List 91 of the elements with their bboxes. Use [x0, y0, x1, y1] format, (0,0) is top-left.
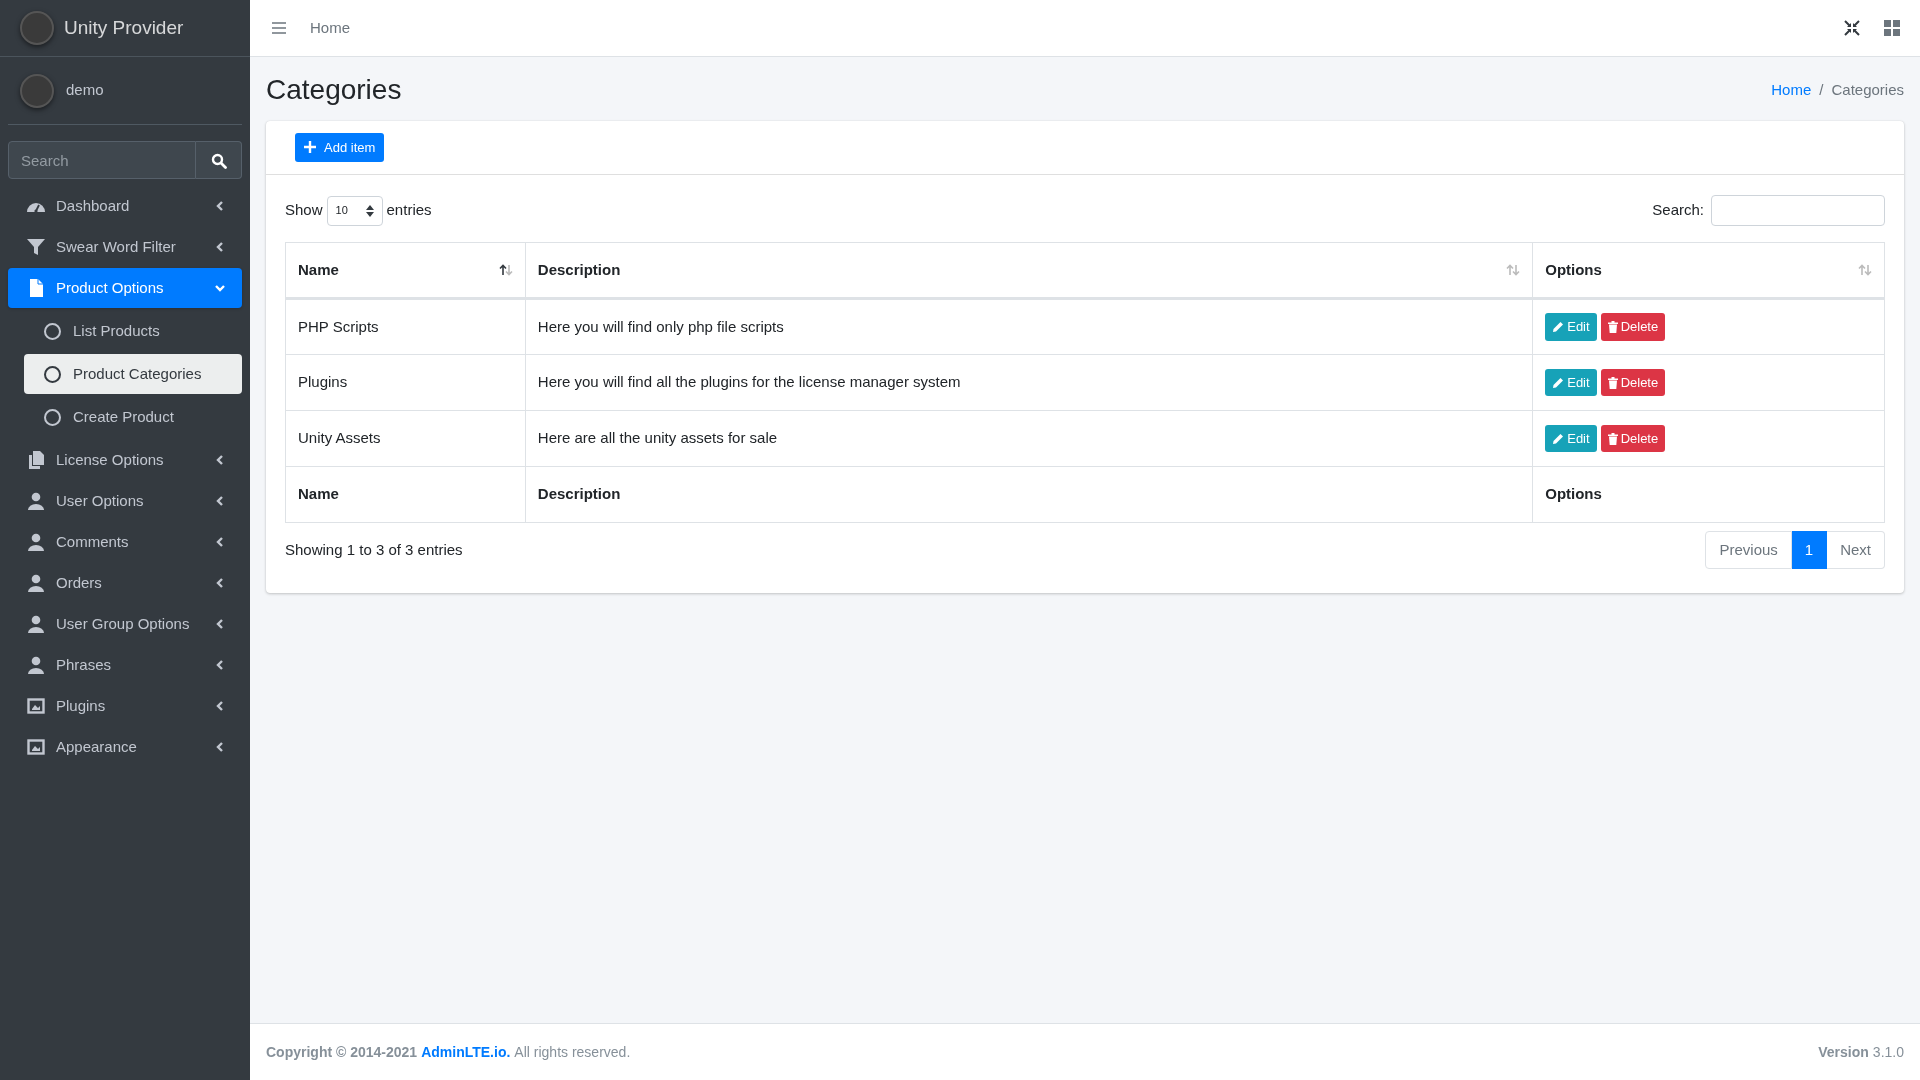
sidebar-item[interactable]: User Options	[8, 481, 242, 521]
delete-button[interactable]: Delete	[1600, 368, 1666, 397]
circle-icon	[44, 322, 61, 340]
breadcrumb-separator: /	[1819, 79, 1824, 100]
user-icon	[26, 615, 46, 633]
user-icon	[26, 492, 46, 510]
table-cell: Here you will find only php file scripts	[525, 298, 1533, 355]
rights-text: All rights reserved.	[514, 1042, 631, 1062]
frame-icon	[26, 697, 46, 715]
frame-icon	[26, 738, 46, 756]
brand-name[interactable]: Unity Provider	[64, 13, 184, 43]
sidebar-item[interactable]: Product Options	[8, 268, 242, 308]
chevron-left-icon	[214, 241, 226, 253]
grid-icon[interactable]	[1884, 20, 1900, 36]
column-header[interactable]: Description	[525, 242, 1533, 299]
chevron-left-icon	[214, 536, 226, 548]
sort-icon	[1506, 264, 1521, 277]
column-footer: Name	[285, 466, 526, 523]
sidebar-subitem[interactable]: Product Categories	[24, 354, 242, 394]
sidebar-item[interactable]: Dashboard	[8, 186, 242, 226]
chevron-left-icon	[214, 659, 226, 671]
breadcrumb-link[interactable]: Home	[1771, 78, 1812, 102]
search-button[interactable]	[196, 141, 242, 179]
sort-icon	[498, 264, 513, 277]
table-search-field[interactable]	[1711, 195, 1885, 227]
sidebar-search-field[interactable]: Search	[8, 141, 196, 179]
sort-arrows-icon	[365, 204, 374, 217]
chevron-left-icon	[214, 495, 226, 507]
user-name[interactable]: demo	[66, 79, 104, 102]
sidebar-item[interactable]: Orders	[8, 563, 242, 603]
delete-button[interactable]: Delete	[1600, 313, 1666, 341]
column-header[interactable]: Name	[285, 242, 526, 299]
top-nav-link[interactable]: Home	[310, 16, 350, 40]
version-number: 3.1.0	[1872, 1042, 1904, 1062]
delete-button[interactable]: Delete	[1600, 424, 1666, 453]
entries-select[interactable]: 10	[326, 195, 383, 226]
trash-icon	[1607, 376, 1618, 389]
pencil-icon	[1552, 321, 1565, 334]
user-icon	[26, 574, 46, 592]
sidebar-item[interactable]: Phrases	[8, 645, 242, 685]
sidebar-item[interactable]: User Group Options	[8, 604, 242, 644]
trash-icon	[1607, 432, 1618, 445]
column-footer: Description	[525, 466, 1533, 523]
sidebar-item[interactable]: License Options	[8, 440, 242, 480]
show-label: Show	[285, 200, 323, 221]
chevron-left-icon	[214, 454, 226, 466]
adminlte-link[interactable]: AdminLTE.io.	[421, 1041, 511, 1063]
table-cell: PHP Scripts	[285, 298, 526, 355]
sidebar-item[interactable]: Swear Word Filter	[8, 227, 242, 267]
entries-label: entries	[386, 200, 432, 221]
sort-icon	[1858, 264, 1872, 277]
circle-icon	[44, 365, 61, 383]
table-info: Showing 1 to 3 of 3 entries	[285, 539, 463, 560]
chevron-left-icon	[214, 618, 226, 630]
version-label: Version	[1818, 1042, 1869, 1062]
user-icon	[26, 656, 46, 674]
sidebar-item[interactable]: Comments	[8, 522, 242, 562]
menu-icon[interactable]	[272, 22, 286, 34]
sidebar-subitem[interactable]: List Products	[24, 311, 242, 351]
documents-icon	[26, 451, 46, 469]
table-cell: Plugins	[285, 354, 526, 411]
page-link[interactable]: 1	[1791, 531, 1828, 570]
breadcrumb-current: Categories	[1831, 79, 1904, 100]
trash-icon	[1607, 321, 1618, 334]
funnel-icon	[26, 238, 46, 256]
compress-icon[interactable]	[1844, 20, 1860, 36]
copyright-text: Copyright © 2014-2021	[266, 1042, 418, 1062]
chevron-down-icon	[214, 282, 226, 294]
pencil-icon	[1552, 376, 1565, 389]
column-header[interactable]: Options	[1532, 242, 1885, 299]
circle-icon	[44, 408, 61, 426]
logo-icon	[20, 11, 54, 45]
table-cell: Here you will find all the plugins for the license manager system	[525, 354, 1533, 411]
search-label: Search:	[1652, 200, 1704, 221]
pencil-icon	[1552, 432, 1565, 445]
sidebar-subitem[interactable]: Create Product	[24, 397, 242, 437]
chevron-left-icon	[214, 200, 226, 212]
plus-icon	[304, 141, 316, 154]
sidebar-item[interactable]: Appearance	[8, 727, 242, 767]
table-cell: Unity Assets	[285, 410, 526, 467]
chevron-left-icon	[214, 577, 226, 589]
sidebar-item[interactable]: Plugins	[8, 686, 242, 726]
table-cell: Here are all the unity assets for sale	[525, 410, 1533, 467]
user-avatar	[20, 73, 54, 108]
chevron-left-icon	[214, 700, 226, 712]
add-item-button[interactable]: Add item	[295, 132, 385, 163]
chevron-left-icon	[214, 741, 226, 753]
search-icon	[210, 152, 227, 169]
user-icon	[26, 533, 46, 551]
column-footer: Options	[1532, 466, 1885, 523]
page-title: Categories	[266, 73, 402, 107]
